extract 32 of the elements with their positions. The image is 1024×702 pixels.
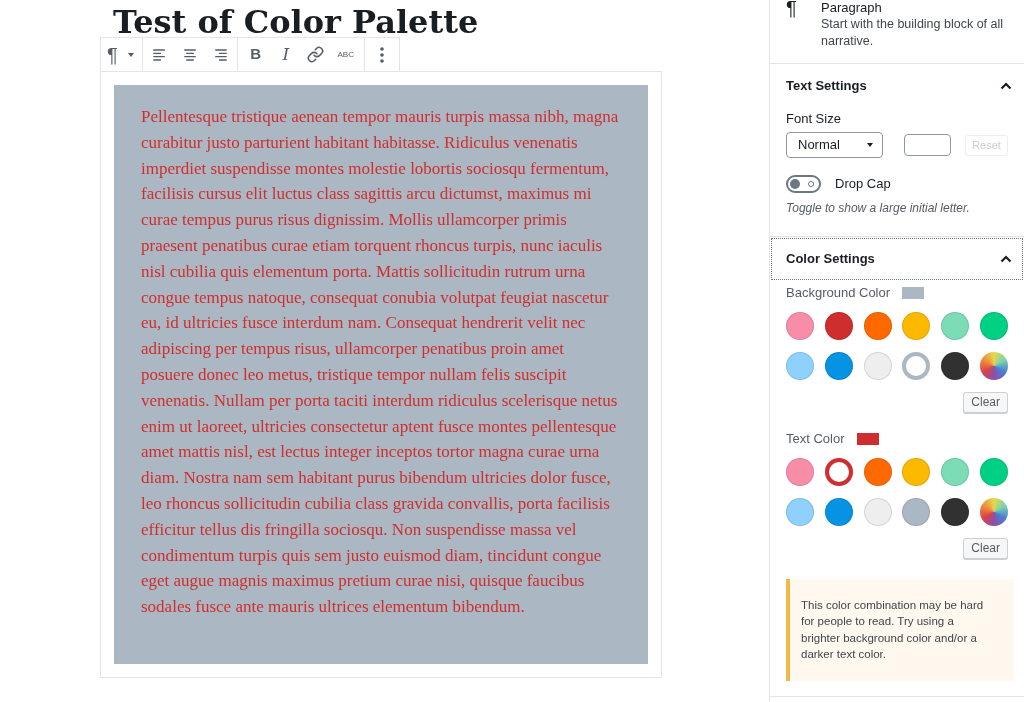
drop-cap-label: Drop Cap xyxy=(835,175,891,193)
align-center-icon xyxy=(182,48,197,61)
custom-size-input[interactable] xyxy=(904,134,952,156)
align-left-icon xyxy=(152,48,167,61)
color-label: Background Color xyxy=(786,285,891,300)
italic-button[interactable]: I xyxy=(270,40,301,69)
drop-cap-toggle[interactable] xyxy=(786,174,821,193)
bold-button[interactable]: B xyxy=(240,40,271,69)
color-swatch-icon[interactable] xyxy=(824,457,853,486)
link-icon xyxy=(307,46,325,63)
clear-button[interactable]: Clear xyxy=(963,391,1008,413)
panel-header[interactable]: Color Settings xyxy=(770,236,1024,281)
custom-color-icon[interactable] xyxy=(980,497,1008,526)
more-icon xyxy=(379,46,384,63)
align-right-icon xyxy=(212,48,227,61)
caret-icon xyxy=(127,52,134,57)
help-text: Toggle to show a large initial letter. xyxy=(786,199,971,216)
paragraph-symbol: ¶ xyxy=(786,0,798,21)
post-title[interactable]: Test of Color Palette xyxy=(113,8,479,37)
strikethrough-button[interactable]: ABC xyxy=(330,40,361,69)
block-type-button[interactable]: ¶ xyxy=(104,40,139,69)
caret-icon xyxy=(867,143,874,147)
font-size-select[interactable]: Normal xyxy=(786,132,884,158)
panel-header[interactable]: Text Settings xyxy=(770,64,1024,108)
color-label: Text Color xyxy=(786,431,845,446)
color-swatch-icon[interactable] xyxy=(902,351,931,380)
contrast-notice: This color combination may be hard for people to read. Try using a brighter background color and/or a darker text color. xyxy=(786,578,1014,681)
font-size-label: Font Size xyxy=(786,111,842,127)
block-description: Start with the building block of all narrative. xyxy=(821,16,1005,50)
clear-button[interactable]: Clear xyxy=(963,537,1008,559)
block-title: Paragraph xyxy=(821,0,883,15)
custom-color-icon[interactable] xyxy=(980,351,1008,380)
